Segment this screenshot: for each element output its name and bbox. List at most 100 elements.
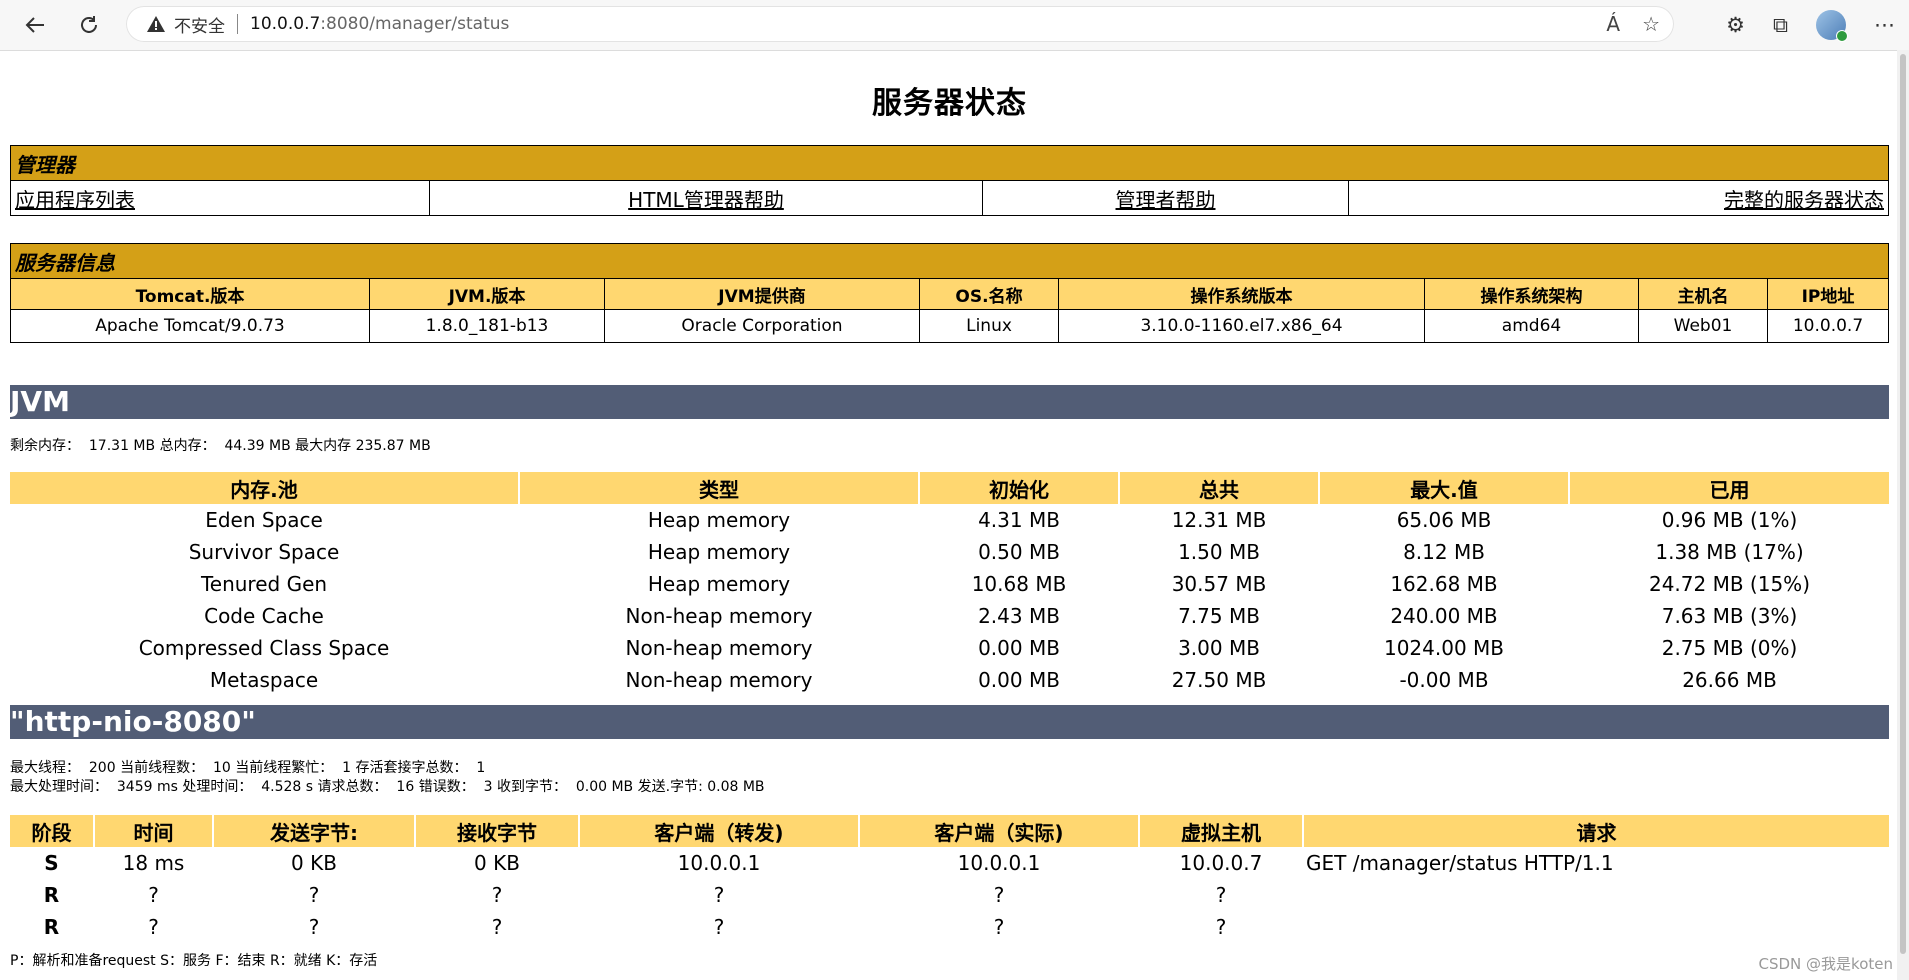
manager-header: 管理器 xyxy=(10,145,1889,181)
col-request: 请求 xyxy=(1304,815,1889,847)
table-row: R?????? xyxy=(10,879,1889,911)
server-info-header: 服务器信息 xyxy=(10,243,1889,279)
pool-total: 27.50 MB xyxy=(1171,668,1267,692)
pool-name: Tenured Gen xyxy=(200,572,328,596)
pool-used: 1.38 MB (17%) xyxy=(1655,540,1804,564)
pool-max: 240.00 MB xyxy=(1390,604,1498,628)
thread-bytes-sent: ? xyxy=(308,915,320,939)
table-row: Metaspace Non-heap memory 0.00 MB 27.50 MB -… xyxy=(10,664,1889,696)
col-hostname: 主机名 xyxy=(1638,278,1768,310)
connector-section-header: "http-nio-8080" xyxy=(10,705,1889,739)
pool-initial: 0.50 MB xyxy=(978,540,1060,564)
col-time: 时间 xyxy=(95,815,212,847)
link-manager-help[interactable]: 管理者帮助 xyxy=(1116,188,1216,212)
pool-type: Heap memory xyxy=(647,540,791,564)
thread-time: ? xyxy=(148,915,159,939)
thread-time: 18 ms xyxy=(122,851,185,875)
col-os-arch: 操作系统架构 xyxy=(1424,278,1639,310)
col-total: 总共 xyxy=(1120,472,1318,504)
pool-total: 12.31 MB xyxy=(1171,508,1267,532)
thread-stage: S xyxy=(44,851,59,875)
back-icon[interactable] xyxy=(20,10,50,40)
thread-vhost: ? xyxy=(1215,915,1227,939)
col-os-name: OS.名称 xyxy=(919,278,1059,310)
thread-bytes-received: ? xyxy=(491,883,503,907)
thread-client-actual: 10.0.0.1 xyxy=(957,851,1041,875)
more-menu-icon[interactable]: ⋯ xyxy=(1874,13,1895,37)
pool-type: Non-heap memory xyxy=(625,668,813,692)
url-host: 10.0.0.7 xyxy=(250,14,321,34)
col-tomcat-version: Tomcat.版本 xyxy=(10,278,370,310)
pool-used: 2.75 MB (0%) xyxy=(1661,636,1798,660)
pool-initial: 10.68 MB xyxy=(971,572,1067,596)
pool-name: Code Cache xyxy=(204,604,324,628)
val-os-version: 3.10.0-1160.el7.x86_64 xyxy=(1058,309,1425,343)
thread-bytes-received: ? xyxy=(491,915,503,939)
pool-total: 30.57 MB xyxy=(1171,572,1267,596)
manager-table: 管理器 应用程序列表 HTML管理器帮助 管理者帮助 完整的服务器状态 xyxy=(10,145,1889,216)
pool-used: 0.96 MB (1%) xyxy=(1661,508,1798,532)
jvm-memory-summary: 剩余内存： 17.31 MB 总内存： 44.39 MB 最大内存 235.87… xyxy=(10,438,431,454)
pool-name: Compressed Class Space xyxy=(138,636,390,660)
val-ip: 10.0.0.7 xyxy=(1767,309,1889,343)
pool-initial: 0.00 MB xyxy=(978,636,1060,660)
pool-initial: 4.31 MB xyxy=(978,508,1060,532)
watermark: CSDN @我是koten xyxy=(1758,955,1893,973)
pool-used: 7.63 MB (3%) xyxy=(1661,604,1798,628)
col-stage: 阶段 xyxy=(10,815,93,847)
col-max: 最大.值 xyxy=(1320,472,1568,504)
col-bytes-sent: 发送字节: xyxy=(214,815,414,847)
thread-client-actual: ? xyxy=(993,883,1005,907)
col-client-actual: 客户端（实际) xyxy=(860,815,1138,847)
read-aloud-icon[interactable]: Á xyxy=(1606,12,1620,36)
collections-icon[interactable]: ⧉ xyxy=(1773,13,1788,38)
page-title: 服务器状态 xyxy=(872,86,1027,121)
col-os-version: 操作系统版本 xyxy=(1058,278,1425,310)
pool-max: -0.00 MB xyxy=(1399,668,1489,692)
refresh-icon[interactable] xyxy=(74,10,104,40)
thread-vhost: 10.0.0.7 xyxy=(1179,851,1263,875)
thread-client-forwarded: ? xyxy=(713,883,725,907)
address-bar[interactable]: 不安全 10.0.0.7:8080/manager/status Á ☆ xyxy=(126,6,1674,42)
connector-requests-summary: 最大处理时间： 3459 ms 处理时间： 4.528 s 请求总数： 16 错… xyxy=(10,779,765,795)
scrollbar-thumb[interactable] xyxy=(1900,54,1906,954)
pool-max: 162.68 MB xyxy=(1390,572,1498,596)
pool-type: Non-heap memory xyxy=(625,636,813,660)
col-client-forwarded: 客户端（转发) xyxy=(580,815,858,847)
favorite-star-icon[interactable]: ☆ xyxy=(1642,12,1660,36)
server-info-table: 服务器信息 Tomcat.版本 JVM.版本 JVM提供商 OS.名称 操作系统… xyxy=(10,243,1889,343)
pool-max: 8.12 MB xyxy=(1403,540,1485,564)
jvm-section-header: JVM xyxy=(10,385,1889,419)
warning-icon[interactable] xyxy=(146,14,166,34)
pool-total: 7.75 MB xyxy=(1178,604,1260,628)
thread-stage: R xyxy=(43,883,60,907)
thread-client-forwarded: ? xyxy=(713,915,725,939)
threads-table: 阶段 时间 发送字节: 接收字节 客户端（转发) 客户端（实际) 虚拟主机 请求… xyxy=(8,815,1891,943)
pool-name: Metaspace xyxy=(209,668,319,692)
col-bytes-received: 接收字节 xyxy=(416,815,578,847)
link-html-manager-help[interactable]: HTML管理器帮助 xyxy=(628,188,784,212)
val-jvm-vendor: Oracle Corporation xyxy=(604,309,920,343)
profile-avatar[interactable] xyxy=(1816,10,1848,42)
pool-initial: 2.43 MB xyxy=(978,604,1060,628)
pool-type: Non-heap memory xyxy=(625,604,813,628)
link-full-server-status[interactable]: 完整的服务器状态 xyxy=(1724,188,1884,212)
link-app-list[interactable]: 应用程序列表 xyxy=(15,188,135,212)
browser-toolbar: 不安全 10.0.0.7:8080/manager/status Á ☆ ⚙ … xyxy=(0,0,1909,51)
thread-stage: R xyxy=(43,915,60,939)
pool-initial: 0.00 MB xyxy=(978,668,1060,692)
thread-request xyxy=(1304,911,1889,943)
thread-client-forwarded: 10.0.0.1 xyxy=(677,851,761,875)
col-type: 类型 xyxy=(520,472,918,504)
extensions-icon[interactable]: ⚙ xyxy=(1726,13,1745,37)
col-jvm-vendor: JVM提供商 xyxy=(604,278,920,310)
insecure-label[interactable]: 不安全 xyxy=(174,12,225,37)
vertical-scrollbar[interactable] xyxy=(1897,50,1909,980)
table-row: Code Cache Non-heap memory 2.43 MB 7.75 MB 2… xyxy=(10,600,1889,632)
col-initial: 初始化 xyxy=(920,472,1118,504)
pool-type: Heap memory xyxy=(647,572,791,596)
col-ip: IP地址 xyxy=(1767,278,1889,310)
thread-bytes-sent: 0 KB xyxy=(291,851,337,875)
pool-total: 3.00 MB xyxy=(1178,636,1260,660)
val-os-arch: amd64 xyxy=(1424,309,1639,343)
